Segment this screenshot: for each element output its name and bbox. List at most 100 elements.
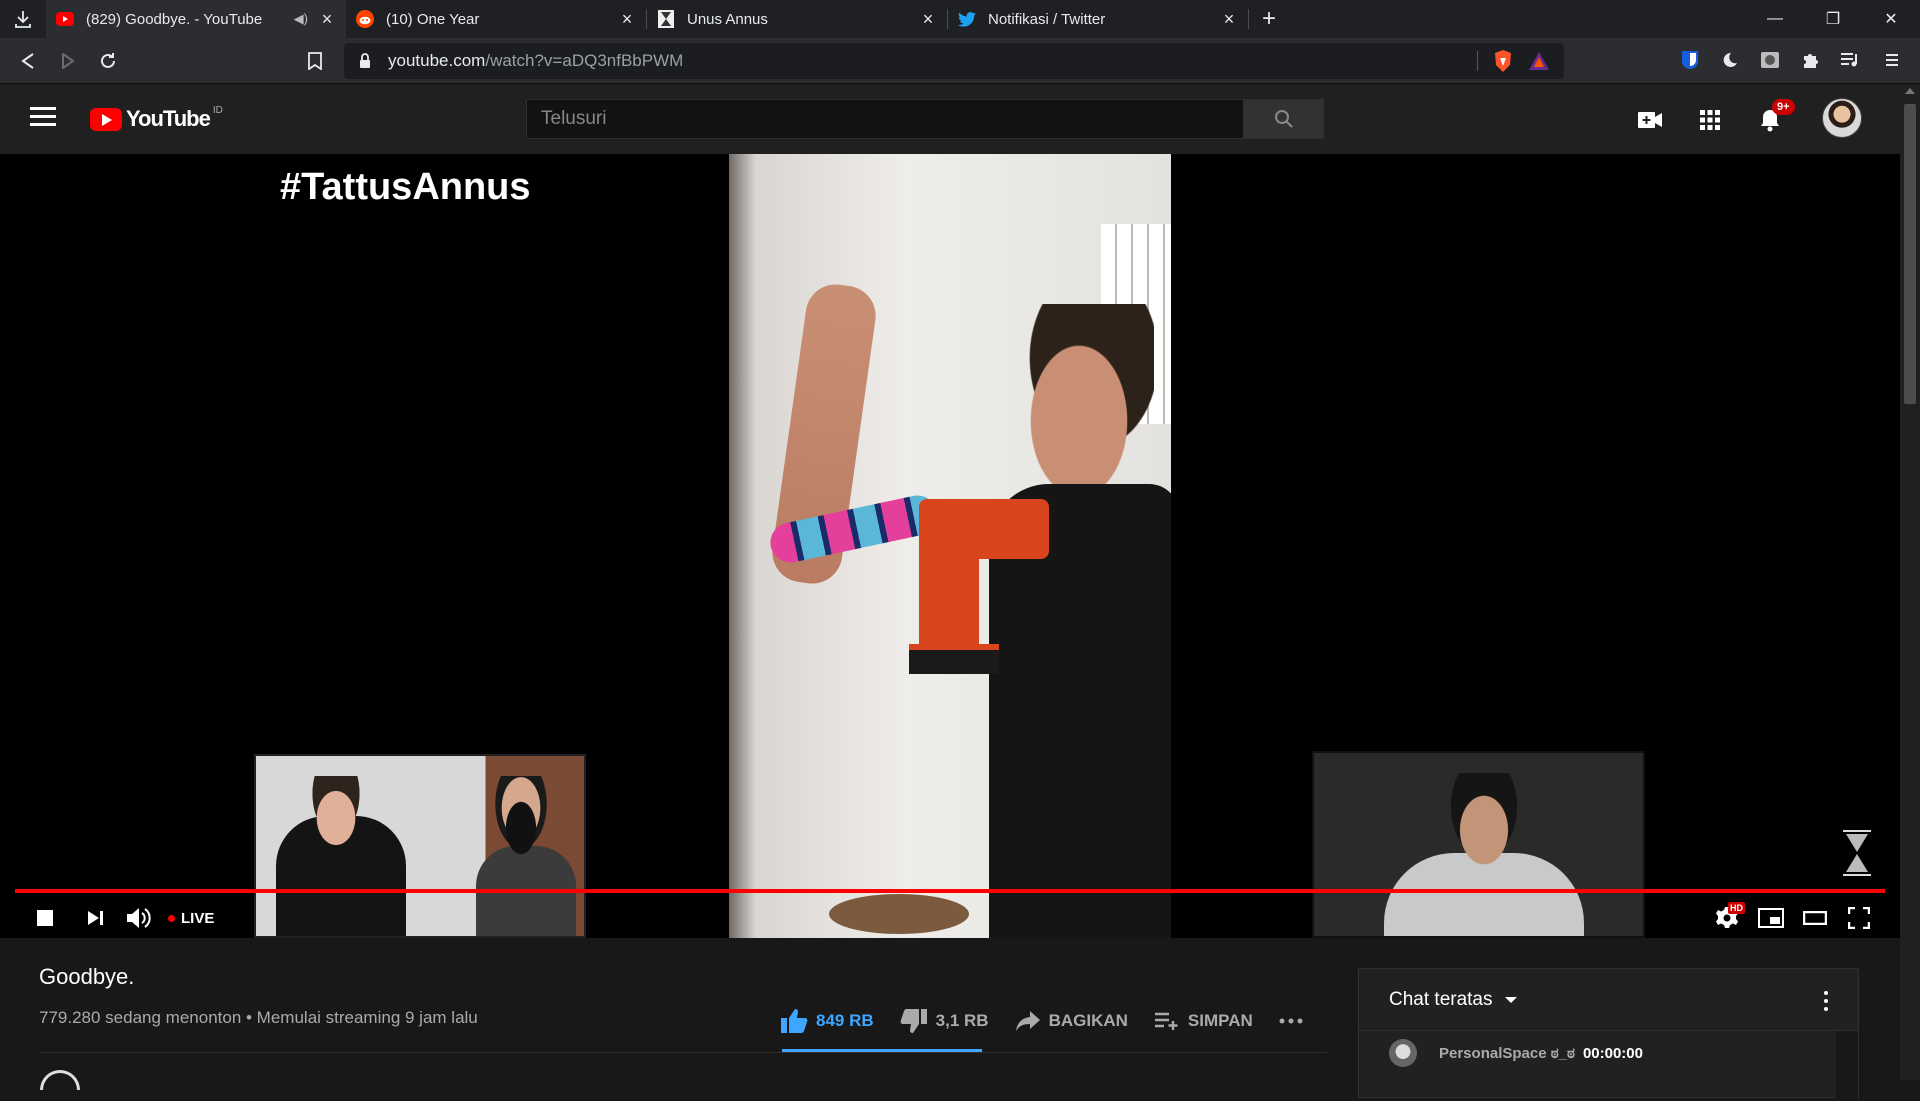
new-tab-button[interactable]: + bbox=[1249, 0, 1289, 38]
share-arrow-icon bbox=[1015, 1011, 1040, 1031]
omnibox-divider bbox=[1477, 51, 1478, 71]
extensions-puzzle-icon[interactable] bbox=[1798, 48, 1822, 72]
tattoo-artist-head bbox=[491, 776, 551, 856]
theater-mode-button[interactable] bbox=[1800, 904, 1830, 932]
chat-menu-icon[interactable] bbox=[1824, 991, 1828, 1015]
page-scrollbar[interactable] bbox=[1900, 84, 1920, 1080]
youtube-play-logo-icon bbox=[90, 107, 122, 131]
more-horizontal-icon bbox=[1279, 1018, 1303, 1024]
dark-reader-extension-icon[interactable] bbox=[1718, 48, 1742, 72]
forward-arrow-icon bbox=[62, 53, 75, 69]
scroll-up-arrow-icon[interactable] bbox=[1905, 88, 1915, 94]
hourglass-icon bbox=[657, 10, 675, 28]
chat-message-text: 00:00:00 bbox=[1582, 1044, 1643, 1062]
scrollbar-thumb[interactable] bbox=[1904, 104, 1916, 404]
forward-button[interactable] bbox=[48, 43, 88, 79]
youtube-icon bbox=[56, 10, 74, 28]
save-button[interactable]: SIMPAN bbox=[1154, 1011, 1253, 1031]
overlay-hashtag: #TattusAnnus bbox=[280, 166, 531, 208]
save-label: SIMPAN bbox=[1187, 1011, 1253, 1030]
chat-scrollbar[interactable] bbox=[1836, 1031, 1858, 1101]
tab-title: (829) Goodbye. - YouTube bbox=[86, 10, 263, 28]
notifications-button[interactable]: 9+ bbox=[1756, 99, 1795, 134]
create-video-button[interactable] bbox=[1636, 106, 1664, 134]
bookmark-icon bbox=[308, 52, 322, 70]
stop-button[interactable] bbox=[30, 904, 60, 932]
chat-author-avatar bbox=[1389, 1039, 1417, 1067]
pip-extension-icon[interactable] bbox=[1758, 48, 1782, 72]
bookmark-button[interactable] bbox=[300, 46, 330, 76]
live-label: LIVE bbox=[181, 910, 215, 927]
settings-button[interactable]: HD bbox=[1712, 902, 1745, 932]
lock-icon bbox=[360, 53, 370, 68]
channel-avatar-partial[interactable] bbox=[40, 1070, 80, 1090]
window-controls: — ❐ ✕ bbox=[1746, 0, 1920, 38]
live-indicator[interactable]: LIVE bbox=[168, 910, 214, 927]
drill-handle bbox=[919, 549, 979, 659]
tab-title: (10) One Year bbox=[386, 10, 480, 28]
video-title: Goodbye. bbox=[39, 964, 135, 989]
media-queue-icon[interactable] bbox=[1838, 48, 1862, 72]
miniplayer-button[interactable] bbox=[1756, 904, 1786, 932]
close-tab-icon[interactable]: × bbox=[919, 9, 937, 30]
volume-icon bbox=[127, 908, 151, 928]
tab-reddit[interactable]: (10) One Year × bbox=[346, 0, 646, 38]
like-button[interactable]: 849 RB bbox=[780, 1008, 874, 1034]
video-camera-plus-icon bbox=[1638, 112, 1662, 128]
account-avatar[interactable] bbox=[1822, 98, 1862, 138]
download-icon bbox=[15, 11, 31, 28]
next-button[interactable] bbox=[80, 904, 110, 932]
hd-badge: HD bbox=[1728, 902, 1745, 914]
next-icon bbox=[88, 911, 103, 925]
share-label: BAGIKAN bbox=[1048, 1011, 1128, 1030]
share-button[interactable]: BAGIKAN bbox=[1015, 1010, 1128, 1032]
volume-button[interactable] bbox=[124, 904, 154, 932]
browser-tab-bar: (829) Goodbye. - YouTube ◀) × (10) One Y… bbox=[0, 0, 1920, 38]
browser-menu-icon[interactable] bbox=[1880, 48, 1904, 72]
brave-shields-icon[interactable] bbox=[1492, 49, 1514, 73]
apps-grid-icon bbox=[1700, 110, 1720, 130]
tab-unus-annus[interactable]: Unus Annus × bbox=[647, 0, 947, 38]
close-tab-icon[interactable]: × bbox=[1220, 9, 1238, 30]
reload-button[interactable] bbox=[88, 43, 128, 79]
chat-header[interactable]: Chat teratas bbox=[1359, 969, 1858, 1031]
chevron-down-icon bbox=[1504, 996, 1517, 1003]
minimize-button[interactable]: — bbox=[1746, 0, 1804, 38]
dislike-button[interactable]: 3,1 RB bbox=[900, 1008, 989, 1034]
video-player[interactable]: #TattusAnnus LIVE HD bbox=[0, 154, 1900, 938]
brave-rewards-icon[interactable] bbox=[1528, 51, 1550, 71]
apps-button[interactable] bbox=[1696, 106, 1724, 134]
bitwarden-extension-icon[interactable] bbox=[1678, 48, 1702, 72]
fullscreen-icon bbox=[1848, 907, 1870, 929]
search-input[interactable]: Telusuri bbox=[526, 99, 1244, 139]
hourglass-watermark-icon bbox=[1843, 830, 1871, 876]
back-arrow-icon bbox=[21, 53, 34, 69]
thumbs-up-icon bbox=[781, 1009, 808, 1033]
live-progress-bar[interactable] bbox=[15, 889, 1885, 893]
speaker-icon[interactable]: ◀) bbox=[294, 11, 308, 27]
tab-title: Notifikasi / Twitter bbox=[988, 10, 1106, 28]
info-divider bbox=[39, 1052, 1327, 1053]
back-button[interactable] bbox=[8, 43, 48, 79]
player-controls: LIVE HD bbox=[0, 896, 1900, 938]
person-left-head bbox=[306, 776, 366, 846]
twitter-icon bbox=[958, 10, 976, 28]
youtube-logo[interactable]: YouTube ID bbox=[90, 105, 223, 132]
close-tab-icon[interactable]: × bbox=[618, 9, 636, 30]
search-button[interactable] bbox=[1244, 99, 1324, 139]
restore-button[interactable]: ❐ bbox=[1804, 0, 1862, 38]
close-tab-icon[interactable]: × bbox=[318, 9, 336, 30]
dislike-count: 3,1 RB bbox=[935, 1011, 989, 1030]
guide-menu-icon[interactable] bbox=[30, 107, 56, 129]
live-dot bbox=[168, 915, 175, 922]
downloads-button[interactable] bbox=[0, 0, 46, 38]
person-head bbox=[1004, 304, 1154, 484]
close-window-button[interactable]: ✕ bbox=[1862, 0, 1920, 38]
more-actions-button[interactable] bbox=[1279, 1018, 1311, 1024]
tab-twitter[interactable]: Notifikasi / Twitter × bbox=[948, 0, 1248, 38]
chat-author-name[interactable]: PersonalSpace ಠ_ಠ bbox=[1439, 1045, 1575, 1062]
address-bar[interactable]: youtube.com/watch?v=aDQ3nfBbPWM bbox=[344, 43, 1564, 79]
fullscreen-button[interactable] bbox=[1844, 904, 1874, 932]
tab-youtube[interactable]: (829) Goodbye. - YouTube ◀) × bbox=[46, 0, 346, 38]
drill-battery bbox=[909, 644, 999, 674]
